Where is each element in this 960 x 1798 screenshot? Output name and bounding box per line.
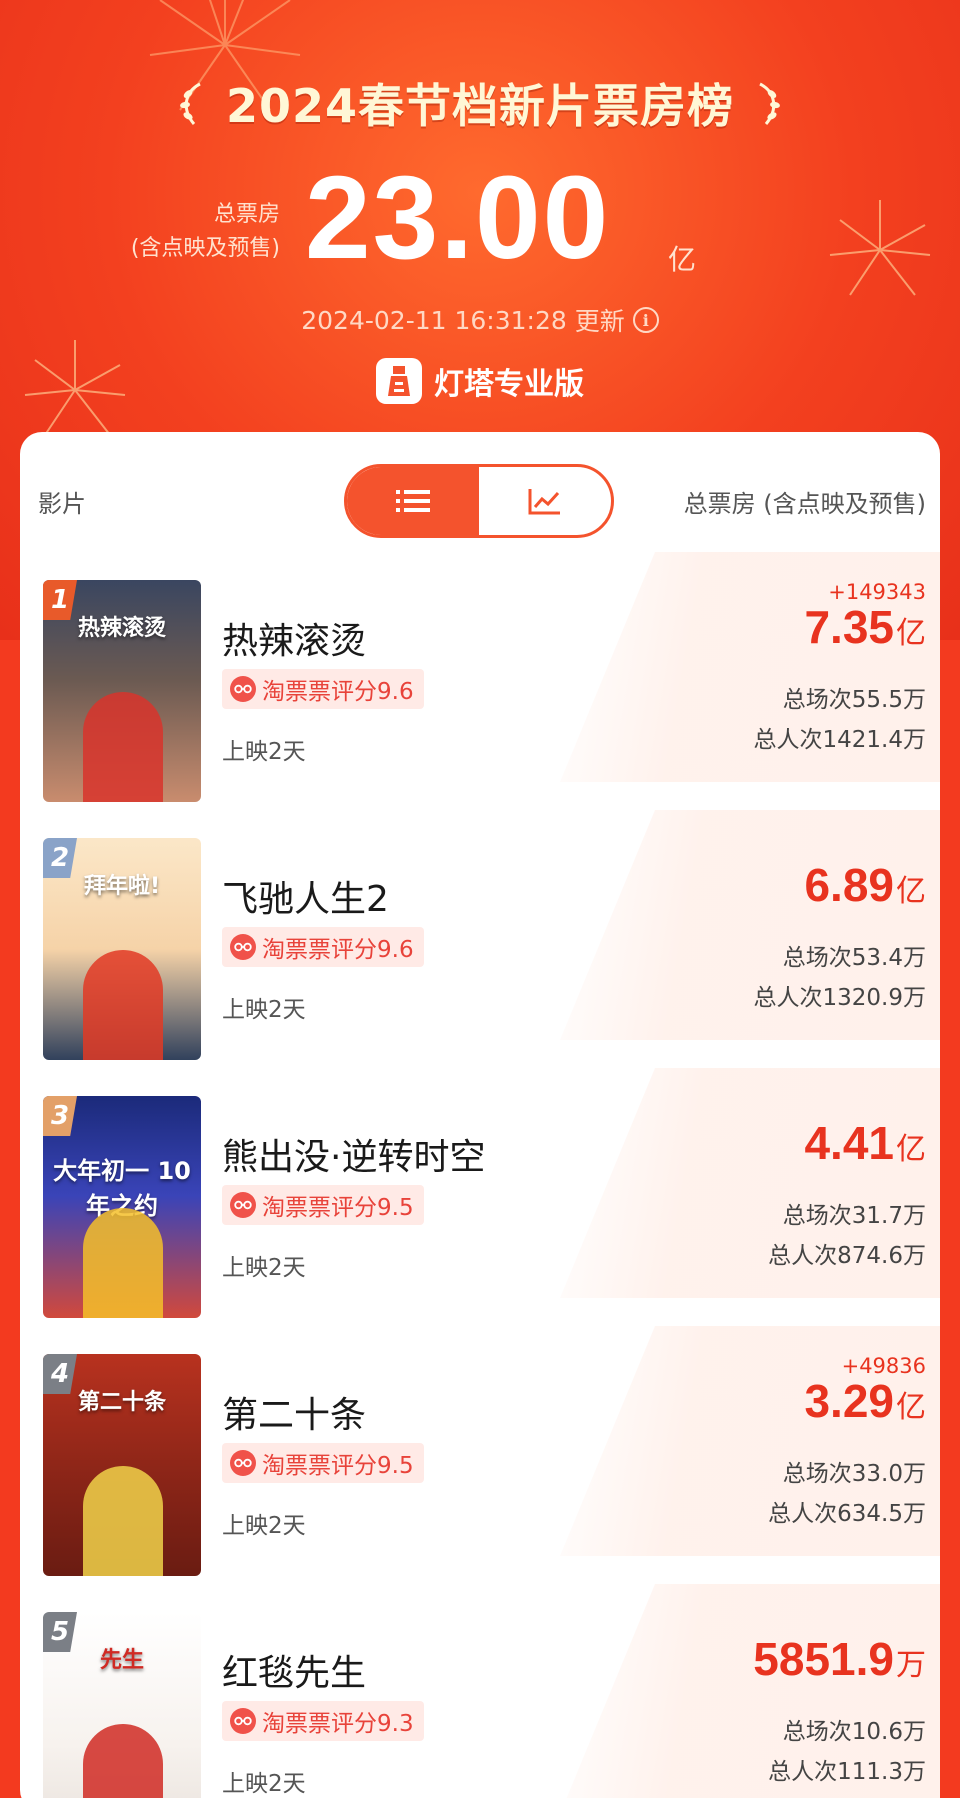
box-office-value: 5851.9 [753,1633,894,1685]
total-value: 23.00 [305,152,611,284]
rating-badge: 淘票票评分9.6 [222,927,424,967]
movie-row[interactable]: 大年初一 10年之约 3 熊出没·逆转时空 淘票票评分9.5 上映2天 4.41… [20,1068,940,1318]
release-days: 上映2天 [222,739,306,765]
movie-poster[interactable]: 拜年啦! 2 [43,838,201,1060]
box-office: 5851.9 万 [753,1632,926,1686]
laurel-right-icon [759,82,780,125]
laurel-left-icon [180,82,201,125]
poster-caption: 拜年啦! [83,874,161,899]
taopiaopiao-glasses-icon [230,676,256,702]
rating-badge: 淘票票评分9.6 [222,669,424,709]
update-time: 2024-02-11 16:31:28 [301,305,567,335]
rating-text: 淘票票评分9.5 [262,1453,414,1479]
movie-title[interactable]: 热辣滚烫 [222,612,366,664]
column-movie-label: 影片 [38,490,86,518]
box-office-unit: 亿 [896,1132,926,1167]
view-toggle[interactable] [344,464,614,538]
box-office-unit: 亿 [896,874,926,909]
box-office-value: 7.35 [804,601,894,653]
poster-figure [83,1466,163,1576]
taopiaopiao-glasses-icon [230,1450,256,1476]
rating-badge: 淘票票评分9.3 [222,1701,424,1741]
release-days: 上映2天 [222,1771,306,1797]
total-admissions: 总人次111.3万 [768,1759,926,1785]
poster-figure [83,1208,163,1318]
movie-title[interactable]: 熊出没·逆转时空 [222,1128,485,1180]
movie-poster[interactable]: 热辣滚烫 1 [43,580,201,802]
column-box-office-label: 总票房 (含点映及预售) [683,490,926,518]
box-office-unit: 亿 [896,616,926,651]
movie-title[interactable]: 红毯先生 [222,1644,366,1696]
movie-row[interactable]: 先生 5 红毯先生 淘票票评分9.3 上映2天 5851.9 万 总场次10.6… [20,1584,940,1798]
total-admissions: 总人次634.5万 [768,1501,926,1527]
total-sessions: 总场次10.6万 [782,1719,926,1745]
movie-title[interactable]: 飞驰人生2 [222,870,389,922]
total-sessions: 总场次53.4万 [782,945,926,971]
movie-poster[interactable]: 第二十条 4 [43,1354,201,1576]
rank-badge: 3 [43,1096,77,1136]
rating-text: 淘票票评分9.5 [262,1195,414,1221]
movie-row[interactable]: 拜年啦! 2 飞驰人生2 淘票票评分9.6 上映2天 6.89 亿 总场次53.… [20,810,940,1060]
rating-text: 淘票票评分9.6 [262,679,414,705]
total-box-office: 总票房 (含点映及预售) 23.00 亿 [0,150,960,290]
update-time-row[interactable]: 2024-02-11 16:31:28 更新 i [0,302,960,338]
box-office-unit: 亿 [896,1390,926,1425]
poster-caption: 第二十条 [77,1390,166,1415]
list-icon [396,490,430,512]
taopiaopiao-glasses-icon [230,1192,256,1218]
movie-poster[interactable]: 先生 5 [43,1612,201,1798]
rating-badge: 淘票票评分9.5 [222,1443,424,1483]
total-label-line1: 总票房 [213,202,280,227]
movie-row[interactable]: 热辣滚烫 1 热辣滚烫 淘票票评分9.6 上映2天 +149343 7.35 亿… [20,552,940,802]
poster-figure [83,950,163,1060]
brand-name: 灯塔专业版 [434,367,584,402]
box-office-unit: 万 [896,1648,926,1683]
taopiaopiao-glasses-icon [230,1708,256,1734]
total-admissions: 总人次1320.9万 [753,985,926,1011]
total-unit: 亿 [668,243,697,276]
box-office: 3.29 亿 [804,1374,926,1428]
rating-text: 淘票票评分9.6 [262,937,414,963]
poster-figure [83,1724,163,1798]
box-office: 6.89 亿 [804,858,926,912]
total-admissions: 总人次874.6万 [768,1243,926,1269]
title-row: 2024春节档新片票房榜 [0,70,960,136]
release-days: 上映2天 [222,997,306,1023]
box-office: 4.41 亿 [804,1116,926,1170]
info-icon[interactable]: i [632,307,659,333]
rating-text: 淘票票评分9.3 [262,1711,414,1737]
box-office-value: 6.89 [804,859,894,911]
total-admissions: 总人次1421.4万 [753,727,926,753]
brand-row: 灯塔专业版 [0,358,960,404]
box-office: 7.35 亿 [804,600,926,654]
total-label-line2: (含点映及预售) [130,236,280,261]
page-title: 2024春节档新片票房榜 [225,79,735,133]
total-sessions: 总场次33.0万 [782,1461,926,1487]
ranking-panel: 影片 总票房 (含点映及预售) 热辣滚烫 1 热辣滚烫 淘票票评分9.6 上映2… [20,432,940,1798]
box-office-value: 3.29 [804,1375,894,1427]
trend-chart-icon [528,489,560,515]
list-view-button[interactable] [347,467,479,535]
box-office-value: 4.41 [804,1117,894,1169]
poster-caption: 先生 [99,1648,144,1673]
total-sessions: 总场次31.7万 [782,1203,926,1229]
poster-caption: 热辣滚烫 [77,616,166,641]
table-header: 影片 总票房 (含点映及预售) [20,432,940,552]
movie-poster[interactable]: 大年初一 10年之约 3 [43,1096,201,1318]
movie-title[interactable]: 第二十条 [222,1386,366,1438]
release-days: 上映2天 [222,1255,306,1281]
total-sessions: 总场次55.5万 [782,687,926,713]
taopiaopiao-glasses-icon [230,934,256,960]
poster-figure [83,692,163,802]
rating-badge: 淘票票评分9.5 [222,1185,424,1225]
movie-row[interactable]: 第二十条 4 第二十条 淘票票评分9.5 上映2天 +49836 3.29 亿 … [20,1326,940,1576]
total-label: 总票房 (含点映及预售) [131,198,280,266]
lighthouse-logo-icon [376,358,422,404]
release-days: 上映2天 [222,1513,306,1539]
chart-view-button[interactable] [479,467,611,535]
update-suffix: 更新 [574,307,625,336]
